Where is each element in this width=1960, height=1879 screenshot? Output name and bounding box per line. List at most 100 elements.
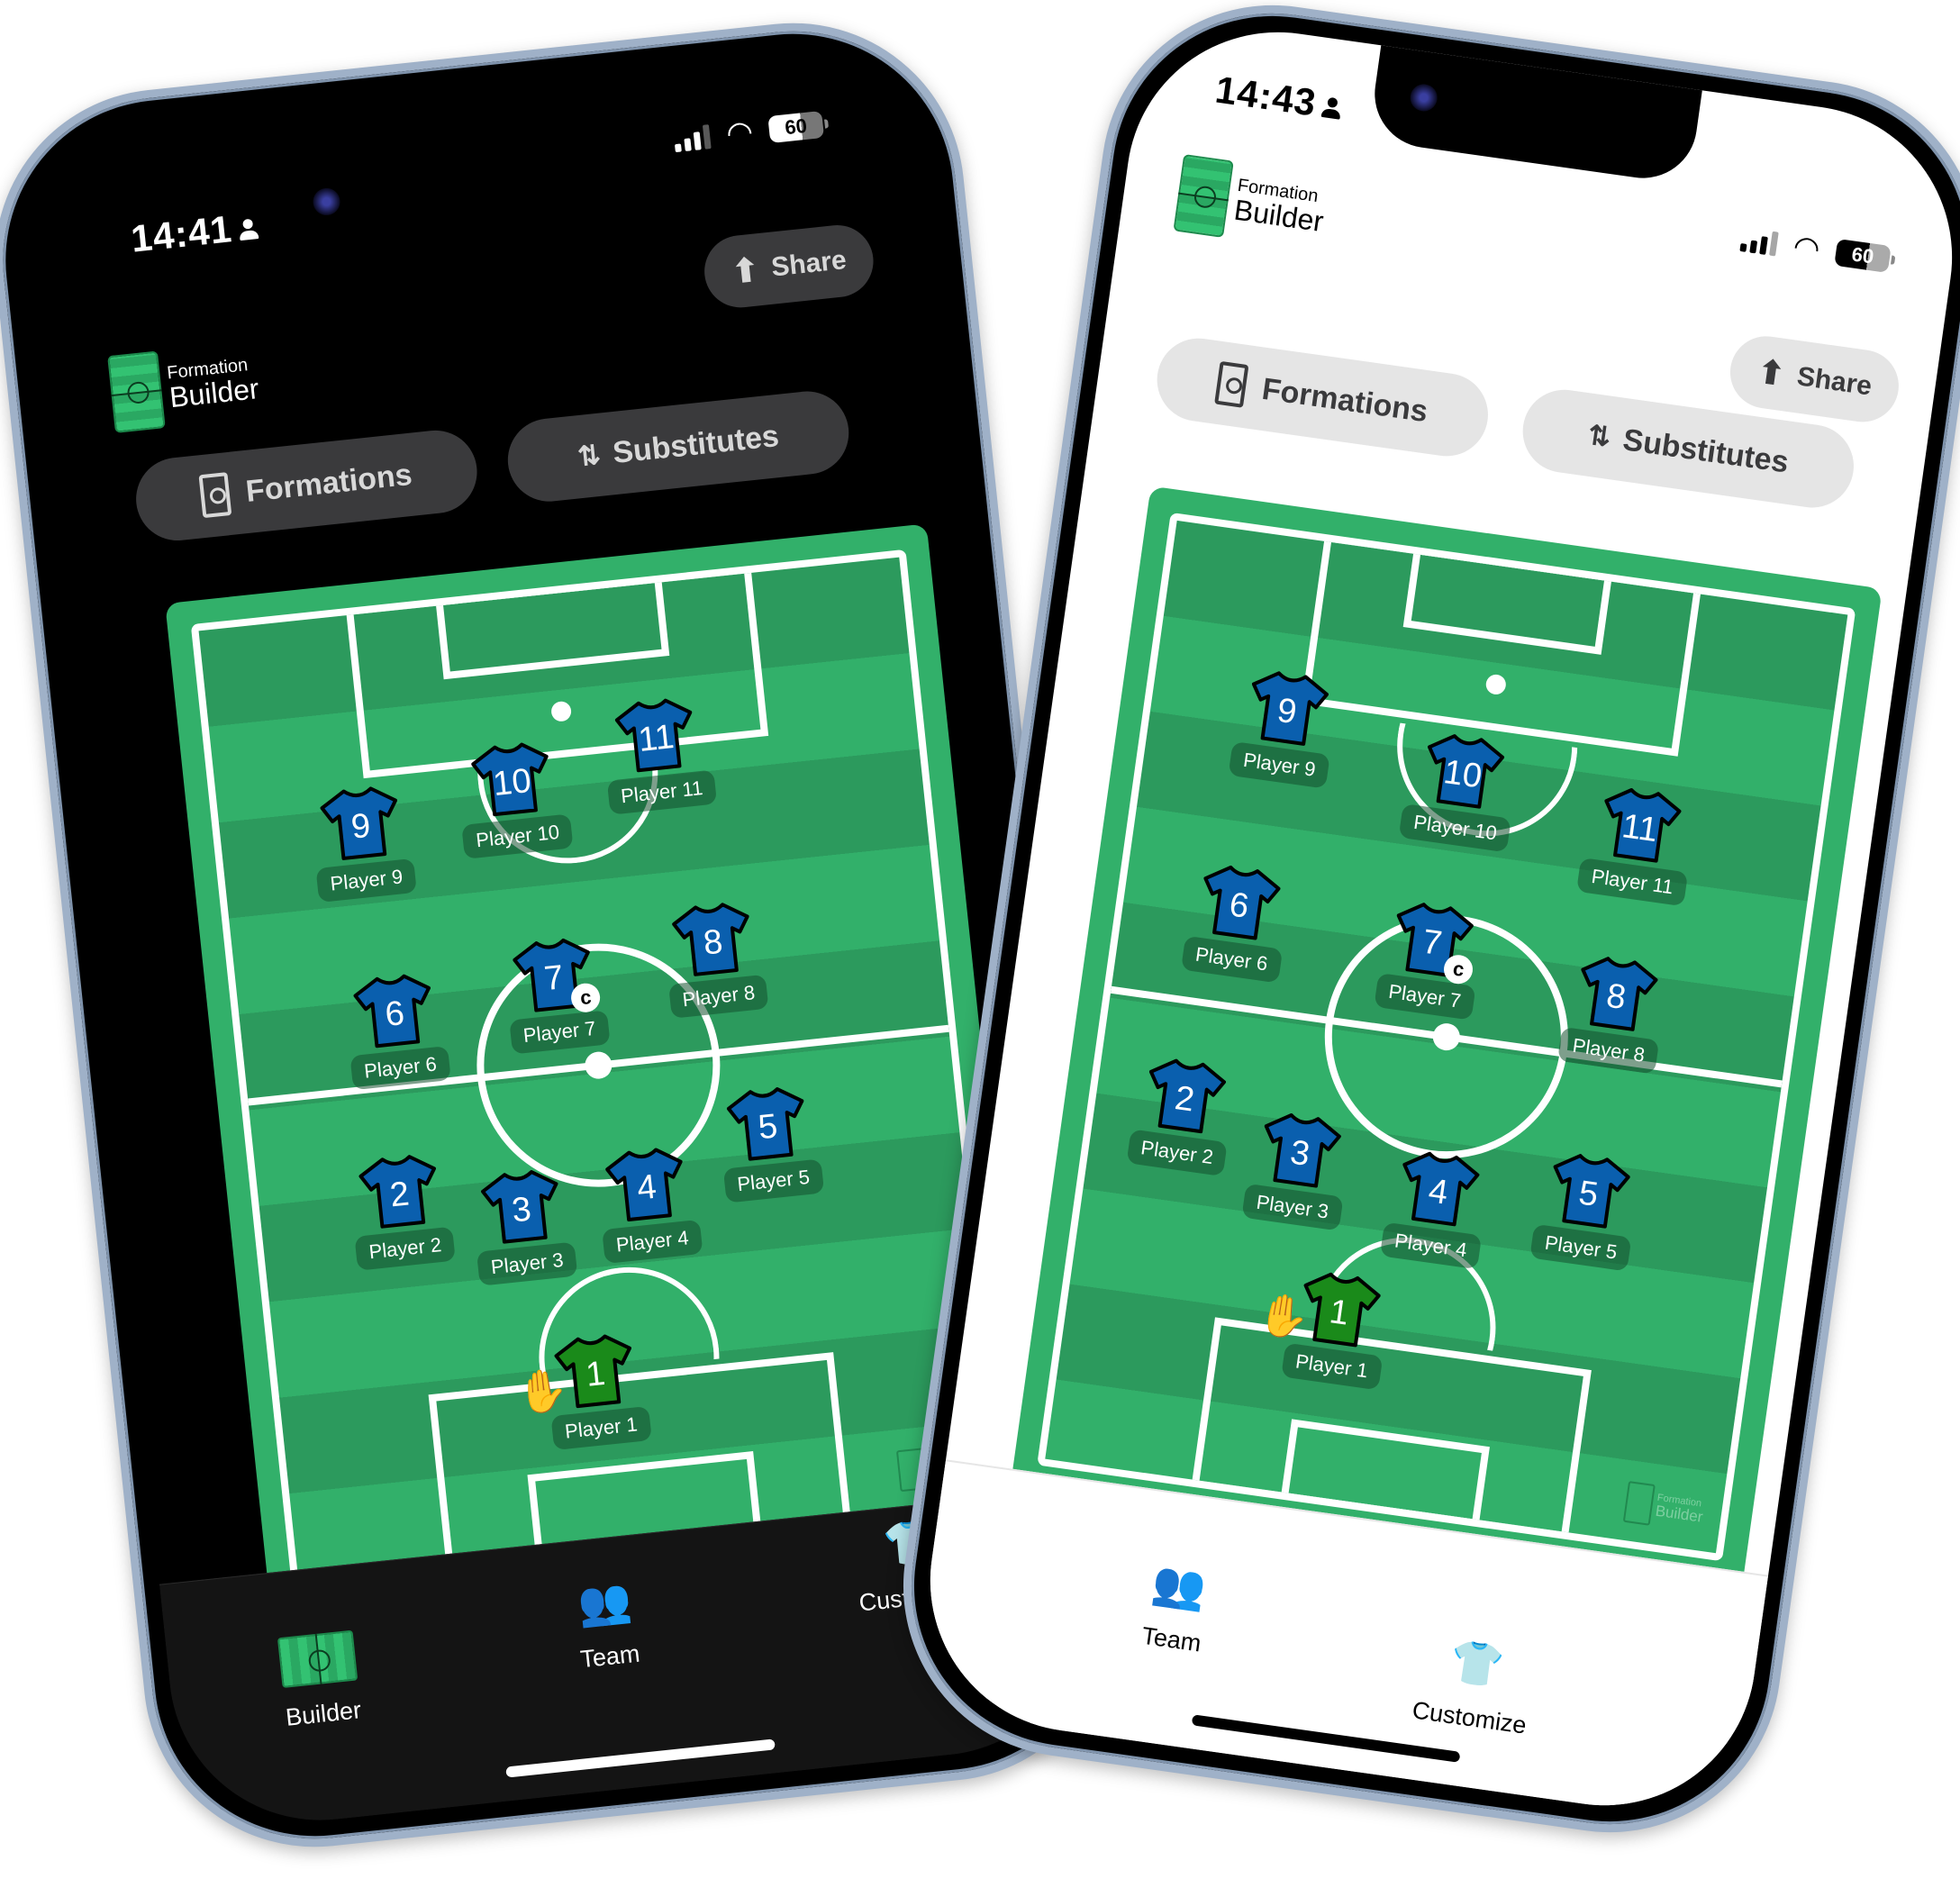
team-icon: 👥 (575, 1575, 634, 1629)
player-shirt-icon: 6 (1196, 860, 1284, 944)
player-shirt-icon: 7c (1389, 897, 1476, 986)
player-shirt-icon: 4 (1395, 1147, 1483, 1230)
player-name-tag: Player 11 (606, 769, 718, 816)
shirt-number: 3 (510, 1190, 533, 1230)
front-camera (1408, 82, 1439, 113)
showcase-stage: 14:41 ◠ 60 Formation Builder ⬆ Share For… (0, 0, 1960, 1879)
tab-builder[interactable]: Builder (277, 1629, 363, 1732)
player-name-tag: Player 5 (722, 1158, 824, 1203)
player-shirt-icon: 2 (1141, 1054, 1229, 1138)
player-shirt-icon: 11 (613, 694, 698, 776)
player-shirt-icon: 3 (1257, 1108, 1345, 1192)
goalkeeper-gloves-icon: ✋ (1255, 1288, 1313, 1343)
shirt-number: 9 (349, 807, 373, 848)
shirt-number: 10 (491, 761, 533, 803)
pitch-logo-icon (107, 350, 166, 433)
pitch-icon (277, 1629, 358, 1689)
app-logo: Formation Builder (107, 340, 262, 433)
share-label: Share (1794, 361, 1874, 402)
player-shirt-icon: 2 (357, 1150, 441, 1232)
player-shirt-icon: 4 (604, 1143, 689, 1225)
formations-label: Formations (1259, 371, 1430, 429)
player-marker[interactable]: 6 Player 6 (341, 968, 451, 1091)
status-time: 14:41 (129, 204, 259, 260)
player-shirt-icon: 9 (318, 783, 403, 865)
watermark-pitch-icon (1622, 1481, 1656, 1526)
player-marker[interactable]: 2 Player 2 (1126, 1052, 1239, 1177)
tab-team[interactable]: 👥 Team (572, 1572, 641, 1674)
battery-icon: 60 (1834, 238, 1892, 273)
person-icon (239, 218, 259, 241)
share-button[interactable]: ⬆ Share (701, 222, 877, 312)
logo-text-big: Builder (168, 371, 261, 413)
player-marker[interactable]: 1 ✋ Player 1 (514, 1329, 652, 1450)
shirt-number: 8 (701, 922, 725, 963)
pitch-container: FormationBuilder 1✋Player 12Player 23Pla… (165, 523, 1032, 1607)
shirt-number: 6 (383, 994, 406, 1034)
substitutes-label: Substitutes (1620, 422, 1792, 480)
team-icon: 👥 (1148, 1558, 1210, 1614)
phone-light-mode: 14:43 ◠ 60 Formation Builder ⬆ Share For… (881, 0, 1960, 1855)
tab-label: Customize (1411, 1696, 1529, 1739)
player-marker[interactable]: 3 Player 3 (468, 1165, 578, 1286)
share-label: Share (769, 245, 848, 283)
share-icon: ⬆ (1755, 352, 1788, 394)
player-marker[interactable]: 8 Player 8 (660, 897, 769, 1019)
shirt-number: 4 (635, 1167, 658, 1208)
player-marker[interactable]: 3 Player 3 (1241, 1107, 1354, 1231)
formations-button[interactable]: Formations (132, 426, 482, 545)
player-name-tag: Player 4 (602, 1219, 703, 1264)
player-name-tag: Player 2 (354, 1226, 456, 1271)
cellular-signal-icon (673, 123, 712, 153)
player-marker[interactable]: 10 Player 10 (1399, 727, 1522, 853)
player-marker[interactable]: 4 Player 4 (594, 1142, 703, 1264)
player-shirt-icon: 8 (670, 898, 755, 980)
player-marker[interactable]: 8 Player 8 (1557, 950, 1670, 1076)
player-shirt-icon: 5 (725, 1083, 810, 1165)
player-shirt-icon: 10 (469, 739, 554, 821)
battery-icon: 60 (767, 110, 825, 144)
player-marker[interactable]: 9 Player 9 (1228, 665, 1341, 790)
player-marker[interactable]: 5 Player 5 (1529, 1148, 1643, 1272)
player-name-tag: Player 8 (667, 974, 769, 1019)
share-button[interactable]: ⬆ Share (1726, 331, 1904, 427)
formation-board-icon (198, 472, 232, 519)
player-marker[interactable]: 5 Player 5 (715, 1082, 824, 1203)
tab-label: Team (578, 1639, 641, 1674)
player-shirt-icon: 10 (1420, 730, 1507, 813)
player-shirt-icon: 3 (479, 1166, 564, 1248)
formation-board-icon (1214, 360, 1249, 408)
cellular-signal-icon (1739, 226, 1780, 257)
player-marker[interactable]: 7 c Player 7 (1374, 896, 1486, 1021)
player-marker[interactable]: 7 c Player 7 (501, 933, 611, 1055)
player-marker[interactable]: 11 Player 11 (598, 693, 718, 816)
player-marker[interactable]: 9 Player 9 (308, 782, 418, 903)
player-name-tag: Player 9 (315, 858, 418, 903)
status-time: 14:43 (1212, 68, 1344, 128)
football-pitch: FormationBuilder 1✋Player 12Player 23Pla… (190, 549, 1007, 1582)
tab-customize[interactable]: 👕 Customize (1411, 1629, 1538, 1740)
tab-team[interactable]: 👥 Team (1140, 1554, 1212, 1657)
player-marker[interactable]: 6 Player 6 (1180, 859, 1293, 984)
shirt-brush-icon: 👕 (1447, 1637, 1507, 1692)
formations-button[interactable]: Formations (1151, 332, 1493, 462)
pitch-logo-icon (1173, 153, 1234, 238)
substitutes-button[interactable]: ⇅ Substitutes (504, 386, 853, 506)
formations-label: Formations (244, 457, 414, 509)
substitute-swap-icon: ⇅ (1585, 420, 1610, 452)
substitute-swap-icon: ⇅ (576, 440, 599, 472)
player-shirt-icon: 7c (511, 934, 602, 1016)
player-marker[interactable]: 4 Player 4 (1379, 1146, 1493, 1270)
player-marker[interactable]: 2 Player 2 (347, 1149, 456, 1271)
shirt-number: 11 (636, 718, 676, 760)
player-marker[interactable]: 1 ✋ Player 1 (1255, 1266, 1393, 1390)
player-marker[interactable]: 11 Player 11 (1576, 781, 1698, 907)
wifi-icon: ◠ (724, 114, 755, 152)
home-indicator[interactable] (505, 1738, 776, 1778)
player-marker[interactable]: 10 Player 10 (454, 737, 574, 859)
tab-label: Team (1139, 1621, 1203, 1657)
player-shirt-icon: 11 (1597, 783, 1684, 867)
goalkeeper-shirt-icon: 1 ✋ (514, 1330, 638, 1417)
person-icon (1321, 96, 1342, 121)
shirt-number: 5 (756, 1107, 780, 1148)
